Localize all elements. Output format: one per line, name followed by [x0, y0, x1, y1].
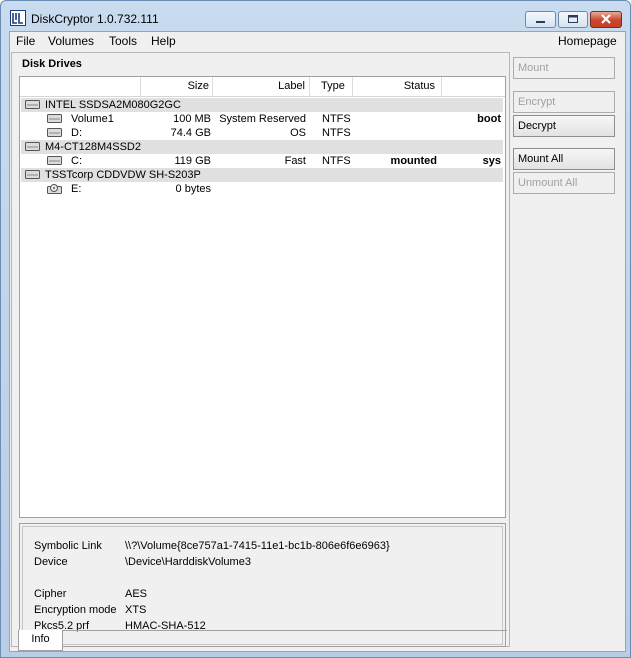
minimize-button[interactable]: [525, 11, 556, 28]
volume-size: 74.4 GB: [170, 127, 211, 139]
tab-strip-line: [61, 630, 507, 631]
column-label[interactable]: Label: [213, 77, 310, 96]
device-label: Device: [34, 556, 68, 568]
encryption-mode-value: XTS: [125, 604, 147, 616]
volume-label: Fast: [284, 155, 306, 167]
encrypt-button[interactable]: Encrypt: [513, 91, 615, 113]
cdrom-icon: [47, 184, 62, 194]
cipher-value: AES: [125, 588, 148, 600]
decrypt-button[interactable]: Decrypt: [513, 115, 615, 137]
disk-drives-panel: Disk Drives Size Label Type Status INTEL…: [11, 52, 510, 647]
disk-name: TSSTcorp CDDVDW SH-S203P: [45, 169, 201, 181]
symbolic-link-label: Symbolic Link: [34, 540, 102, 552]
maximize-icon: [568, 15, 578, 23]
disk-row[interactable]: M4-CT128M4SSD2: [21, 140, 503, 154]
tab-info[interactable]: Info: [18, 630, 63, 651]
volume-flag: boot: [477, 113, 501, 125]
volume-label: OS: [290, 127, 306, 139]
minimize-icon: [536, 21, 545, 23]
disk-row[interactable]: TSSTcorp CDDVDW SH-S203P: [21, 168, 503, 182]
encryption-mode-label: Encryption mode: [34, 604, 117, 616]
volume-type: NTFS: [322, 155, 351, 167]
volume-type: NTFS: [322, 127, 351, 139]
column-name[interactable]: [20, 77, 141, 96]
homepage-link[interactable]: Homepage: [558, 34, 617, 48]
volume-size: 100 MB: [173, 113, 211, 125]
info-inner: Symbolic Link \\?\Volume{8ce757a1-7415-1…: [22, 526, 503, 645]
volume-name: D:: [71, 127, 82, 139]
optical-drive-icon: [25, 170, 40, 179]
panel-title: Disk Drives: [22, 58, 82, 70]
menu-file[interactable]: File: [16, 34, 35, 48]
volume-label: System Reserved: [219, 113, 306, 125]
device-value: \Device\HarddiskVolume3: [125, 556, 251, 568]
volume-icon: [47, 128, 62, 137]
menu-help[interactable]: Help: [151, 34, 176, 48]
window-title: DiskCryptor 1.0.732.111: [31, 12, 159, 26]
app-logo-icon: [10, 10, 26, 26]
column-flags[interactable]: [442, 77, 505, 96]
volume-size: 119 GB: [174, 155, 212, 167]
menu-volumes[interactable]: Volumes: [48, 34, 94, 48]
title-bar[interactable]: DiskCryptor 1.0.732.111: [1, 1, 630, 31]
close-icon: [601, 14, 611, 24]
hard-disk-icon: [25, 142, 40, 151]
volume-name: E:: [71, 183, 82, 195]
disk-row[interactable]: INTEL SSDSA2M080G2GC: [21, 98, 503, 112]
volume-row-selected[interactable]: C: 119 GB Fast NTFS mounted sys: [21, 154, 503, 168]
volume-row[interactable]: Volume1 100 MB System Reserved NTFS boot: [21, 112, 503, 126]
close-button[interactable]: [590, 11, 622, 28]
volume-row[interactable]: D: 74.4 GB OS NTFS: [21, 126, 503, 140]
symbolic-link-value: \\?\Volume{8ce757a1-7415-11e1-bc1b-806e6…: [125, 540, 390, 552]
disk-name: INTEL SSDSA2M080G2GC: [45, 99, 181, 111]
menu-bar: File Volumes Tools Help Homepage: [10, 32, 625, 51]
volume-type: NTFS: [322, 113, 351, 125]
menu-tools[interactable]: Tools: [109, 34, 137, 48]
cipher-label: Cipher: [34, 588, 67, 600]
mount-button[interactable]: Mount: [513, 57, 615, 79]
volume-flag: sys: [482, 155, 501, 167]
list-header: Size Label Type Status: [20, 77, 505, 97]
volume-icon: [47, 156, 62, 165]
hard-disk-icon: [25, 100, 40, 109]
maximize-button[interactable]: [558, 11, 588, 28]
drives-list[interactable]: Size Label Type Status INTEL SSDSA2M080G…: [19, 76, 506, 518]
column-type[interactable]: Type: [310, 77, 353, 96]
volume-row[interactable]: E: 0 bytes: [21, 182, 503, 196]
client-area: File Volumes Tools Help Homepage Disk Dr…: [9, 31, 626, 652]
column-status[interactable]: Status: [353, 77, 442, 96]
disk-name: M4-CT128M4SSD2: [45, 141, 141, 153]
app-window: DiskCryptor 1.0.732.111 File Volumes Too…: [0, 0, 631, 658]
volume-status: mounted: [390, 155, 437, 167]
volume-name: Volume1: [71, 113, 114, 125]
mount-all-button[interactable]: Mount All: [513, 148, 615, 170]
volume-icon: [47, 114, 62, 123]
column-size[interactable]: Size: [141, 77, 213, 96]
info-panel: Symbolic Link \\?\Volume{8ce757a1-7415-1…: [19, 523, 506, 647]
volume-size: 0 bytes: [175, 183, 211, 195]
unmount-all-button[interactable]: Unmount All: [513, 172, 615, 194]
volume-name: C:: [71, 155, 82, 167]
